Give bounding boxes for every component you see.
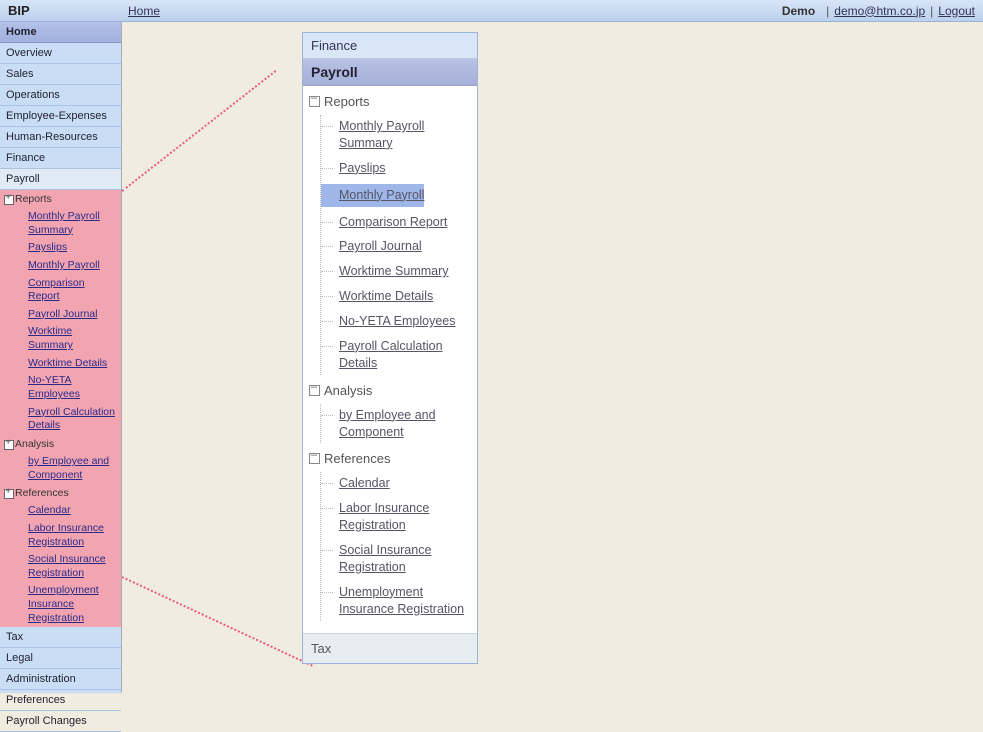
sidebar-payroll-subarea: Reports Monthly Payroll Summary Payslips… (0, 190, 121, 627)
panel-link-by-employee-and-component[interactable]: by Employee and Component (321, 404, 471, 444)
sidebar-link-unemployment-insurance-registration[interactable]: Unemployment Insurance Registration (0, 582, 121, 627)
panel-header-payroll[interactable]: Payroll (303, 59, 477, 86)
sidebar-home[interactable]: Home (0, 22, 121, 43)
separator: | (826, 4, 829, 18)
home-link[interactable]: Home (128, 4, 160, 18)
panel-header-finance[interactable]: Finance (303, 33, 477, 59)
sidebar-item-finance[interactable]: Finance (0, 148, 121, 169)
sidebar-item-operations[interactable]: Operations (0, 85, 121, 106)
panel-link-payslips[interactable]: Payslips (321, 157, 471, 180)
panel-link-comparison-report[interactable]: Comparison Report (321, 211, 471, 234)
panel-link-payroll-journal[interactable]: Payroll Journal (321, 235, 471, 258)
sidebar-link-calendar[interactable]: Calendar (0, 502, 121, 520)
sidebar-link-payroll-calculation-details[interactable]: Payroll Calculation Details (0, 404, 121, 435)
panel-group-analysis[interactable]: Analysis (309, 379, 471, 402)
detail-panel: Finance Payroll Reports Monthly Payroll … (302, 32, 478, 664)
panel-link-calendar[interactable]: Calendar (321, 472, 471, 495)
sidebar-link-worktime-summary[interactable]: Worktime Summary (0, 323, 121, 354)
app-title: BIP (8, 3, 128, 18)
sidebar-item-payroll[interactable]: Payroll (0, 169, 121, 190)
sidebar-link-worktime-details[interactable]: Worktime Details (0, 355, 121, 373)
sidebar-item-payroll-changes[interactable]: Payroll Changes (0, 711, 121, 732)
sidebar-item-overview[interactable]: Overview (0, 43, 121, 64)
sidebar-link-by-employee-and-component[interactable]: by Employee and Component (0, 453, 121, 484)
panel-link-social-insurance-registration[interactable]: Social Insurance Registration (321, 539, 471, 579)
panel-link-labor-insurance-registration[interactable]: Labor Insurance Registration (321, 497, 471, 537)
sidebar-item-sales[interactable]: Sales (0, 64, 121, 85)
sidebar-link-social-insurance-registration[interactable]: Social Insurance Registration (0, 551, 121, 582)
panel-link-worktime-summary[interactable]: Worktime Summary (321, 260, 471, 283)
sidebar-item-administration[interactable]: Administration (0, 669, 121, 690)
panel-link-payroll-calculation-details[interactable]: Payroll Calculation Details (321, 335, 471, 375)
sidebar-link-monthly-payroll-summary[interactable]: Monthly Payroll Summary (0, 208, 121, 239)
sidebar-group-analysis[interactable]: Analysis (0, 435, 121, 453)
app-header: BIP Home Demo | demo@htm.co.jp | Logout (0, 0, 983, 22)
sidebar-link-payslips[interactable]: Payslips (0, 239, 121, 257)
user-name: Demo (782, 4, 815, 18)
callout-line-top (121, 70, 276, 192)
panel-link-monthly-payroll[interactable]: Monthly Payroll (321, 184, 424, 207)
sidebar-item-human-resources[interactable]: Human-Resources (0, 127, 121, 148)
callout-line-bottom (122, 576, 313, 667)
separator: | (930, 4, 933, 18)
sidebar-item-employee-expenses[interactable]: Employee-Expenses (0, 106, 121, 127)
sidebar-item-preferences[interactable]: Preferences (0, 690, 121, 711)
sidebar: Home Overview Sales Operations Employee-… (0, 22, 122, 693)
sidebar-link-comparison-report[interactable]: Comparison Report (0, 275, 121, 306)
logout-link[interactable]: Logout (938, 4, 975, 18)
panel-link-no-yeta-employees[interactable]: No-YETA Employees (321, 310, 471, 333)
panel-group-references[interactable]: References (309, 447, 471, 470)
panel-link-worktime-details[interactable]: Worktime Details (321, 285, 471, 308)
sidebar-item-tax[interactable]: Tax (0, 627, 121, 648)
sidebar-link-payroll-journal[interactable]: Payroll Journal (0, 306, 121, 324)
panel-link-unemployment-insurance-registration[interactable]: Unemployment Insurance Registration (321, 581, 471, 621)
sidebar-item-legal[interactable]: Legal (0, 648, 121, 669)
sidebar-link-labor-insurance-registration[interactable]: Labor Insurance Registration (0, 520, 121, 551)
user-email[interactable]: demo@htm.co.jp (834, 4, 925, 18)
panel-group-reports[interactable]: Reports (309, 90, 471, 113)
sidebar-group-reports[interactable]: Reports (0, 190, 121, 208)
sidebar-link-no-yeta-employees[interactable]: No-YETA Employees (0, 372, 121, 403)
panel-link-monthly-payroll-summary[interactable]: Monthly Payroll Summary (321, 115, 471, 155)
sidebar-group-references[interactable]: References (0, 484, 121, 502)
panel-footer-tax[interactable]: Tax (303, 633, 477, 663)
sidebar-link-monthly-payroll[interactable]: Monthly Payroll (0, 257, 121, 275)
content-area: Finance Payroll Reports Monthly Payroll … (122, 22, 983, 693)
